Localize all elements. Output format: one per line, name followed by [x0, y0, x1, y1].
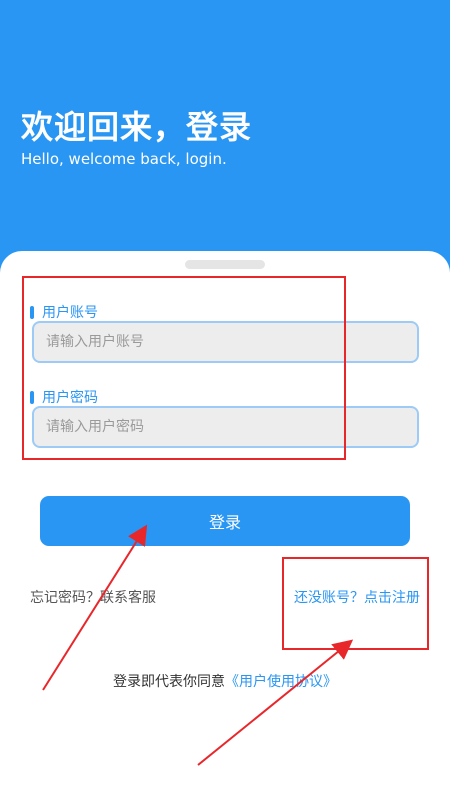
account-label-text: 用户账号: [42, 305, 98, 321]
field-marker-icon: [30, 390, 34, 404]
user-agreement-link[interactable]: 《用户使用协议》: [225, 674, 337, 690]
login-button[interactable]: 登录: [40, 496, 410, 546]
register-link[interactable]: 还没账号？点击注册: [294, 587, 420, 607]
account-input[interactable]: [32, 321, 419, 363]
password-input[interactable]: [32, 406, 419, 448]
page-title: 欢迎回来，登录: [21, 108, 253, 146]
page-subtitle: Hello, welcome back, login.: [21, 150, 227, 168]
account-label: 用户账号: [30, 302, 98, 322]
password-label: 用户密码: [30, 387, 98, 407]
agreement-prefix: 登录即代表你同意: [113, 674, 225, 690]
field-marker-icon: [30, 305, 34, 319]
drag-handle: [185, 260, 265, 269]
password-label-text: 用户密码: [42, 390, 98, 406]
agreement-text: 登录即代表你同意《用户使用协议》: [0, 671, 450, 691]
forgot-password-link[interactable]: 忘记密码？联系客服: [30, 587, 156, 607]
